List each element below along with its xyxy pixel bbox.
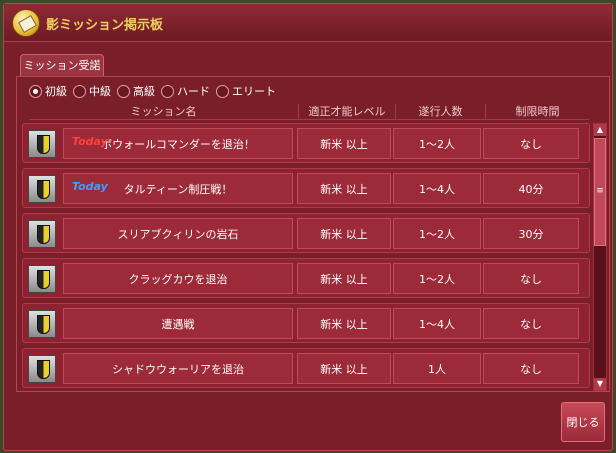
mission-time-limit: なし — [483, 353, 579, 384]
mission-name: 遭遇戦 — [161, 317, 195, 331]
filter-hard[interactable]: ハード — [161, 83, 210, 99]
mission-level: 新米 以上 — [297, 128, 391, 159]
difficulty-filters: 初級 中級 高級 ハード エリート — [29, 83, 276, 99]
mission-row[interactable]: 遭遇戦 新米 以上 1～4人 なし — [22, 303, 590, 343]
mission-players: 1～4人 — [393, 308, 481, 339]
mission-time-limit: 30分 — [483, 218, 579, 249]
mission-row[interactable]: Today ボウォールコマンダーを退治！ 新米 以上 1～2人 なし — [22, 123, 590, 163]
shield-icon — [28, 130, 56, 158]
mission-level: 新米 以上 — [297, 218, 391, 249]
mission-players: 1～2人 — [393, 128, 481, 159]
mission-name-box: クラッグカウを退治 — [63, 263, 293, 294]
mission-name: シャドウウォーリアを退治 — [112, 362, 244, 376]
title-bar[interactable]: 影ミッション掲示板 — [4, 4, 612, 42]
filter-elite[interactable]: エリート — [216, 83, 276, 99]
today-badge: Today — [72, 135, 108, 148]
shield-icon — [28, 175, 56, 203]
mission-level: 新米 以上 — [297, 308, 391, 339]
scrollbar[interactable]: ▲ ≡ ▼ — [593, 123, 607, 391]
mission-name-box: Today タルティーン制圧戦！ — [63, 173, 293, 204]
mission-name-box: 遭遇戦 — [63, 308, 293, 339]
radio-icon — [73, 84, 86, 98]
mission-time-limit: 40分 — [483, 173, 579, 204]
shield-icon — [28, 310, 56, 338]
mission-name-box: スリアブクィリンの岩石 — [63, 218, 293, 249]
filter-advanced[interactable]: 高級 — [117, 83, 155, 99]
table-header: ミッション名 適正才能レベル 遂行人数 制限時間 — [29, 104, 589, 120]
mission-name: ボウォールコマンダーを退治！ — [101, 137, 255, 151]
col-level: 適正才能レベル — [299, 104, 396, 119]
scroll-down-icon[interactable]: ▼ — [594, 378, 606, 390]
scroll-icon — [12, 9, 40, 37]
mission-name: スリアブクィリンの岩石 — [117, 227, 239, 241]
tab-mission-accept[interactable]: ミッション受諾 — [20, 54, 104, 76]
mission-list: Today ボウォールコマンダーを退治！ 新米 以上 1～2人 なし Today… — [20, 123, 590, 391]
mission-players: 1～2人 — [393, 218, 481, 249]
mission-row[interactable]: スリアブクィリンの岩石 新米 以上 1～2人 30分 — [22, 213, 590, 253]
mission-panel: 初級 中級 高級 ハード エリート ミッション名 適正才能レベル 遂行人数 制限… — [16, 76, 610, 392]
filter-intermediate[interactable]: 中級 — [73, 83, 111, 99]
filter-beginner[interactable]: 初級 — [29, 83, 67, 99]
window-title: 影ミッション掲示板 — [46, 18, 164, 33]
radio-icon — [29, 84, 42, 98]
mission-time-limit: なし — [483, 263, 579, 294]
mission-time-limit: なし — [483, 308, 579, 339]
shield-icon — [28, 265, 56, 293]
col-players: 遂行人数 — [396, 104, 486, 119]
mission-row[interactable]: クラッグカウを退治 新米 以上 1～2人 なし — [22, 258, 590, 298]
shield-icon — [28, 355, 56, 383]
scroll-up-icon[interactable]: ▲ — [594, 124, 606, 136]
mission-row[interactable]: シャドウウォーリアを退治 新米 以上 1人 なし — [22, 348, 590, 388]
mission-name-box: Today ボウォールコマンダーを退治！ — [63, 128, 293, 159]
col-mission-name: ミッション名 — [29, 104, 299, 119]
shield-icon — [28, 220, 56, 248]
scroll-thumb[interactable]: ≡ — [594, 138, 606, 246]
close-button[interactable]: 閉じる — [561, 402, 605, 442]
radio-icon — [117, 84, 130, 98]
mission-level: 新米 以上 — [297, 263, 391, 294]
today-badge: Today — [72, 180, 108, 193]
mission-players: 1～4人 — [393, 173, 481, 204]
radio-icon — [161, 84, 174, 98]
mission-players: 1人 — [393, 353, 481, 384]
mission-name: タルティーン制圧戦！ — [123, 182, 233, 196]
mission-board-window: 影ミッション掲示板 ミッション受諾 初級 中級 高級 ハード エリート ミッショ… — [3, 3, 613, 451]
mission-name-box: シャドウウォーリアを退治 — [63, 353, 293, 384]
mission-level: 新米 以上 — [297, 173, 391, 204]
mission-time-limit: なし — [483, 128, 579, 159]
mission-name: クラッグカウを退治 — [128, 272, 228, 286]
radio-icon — [216, 84, 229, 98]
mission-row[interactable]: Today タルティーン制圧戦！ 新米 以上 1～4人 40分 — [22, 168, 590, 208]
mission-players: 1～2人 — [393, 263, 481, 294]
mission-level: 新米 以上 — [297, 353, 391, 384]
col-time-limit: 制限時間 — [515, 105, 560, 118]
